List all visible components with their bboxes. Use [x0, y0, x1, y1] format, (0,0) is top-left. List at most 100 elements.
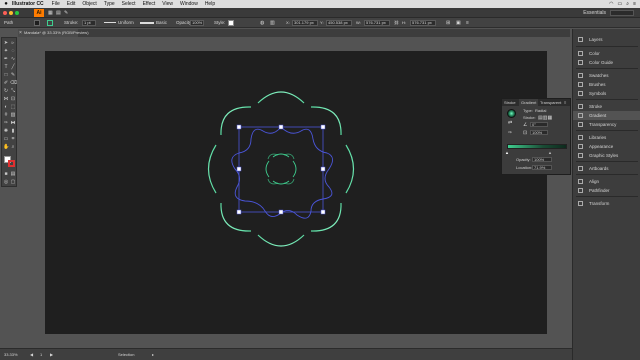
graph-tool-icon[interactable]: ▮ — [10, 128, 16, 134]
close-tab-icon[interactable]: × — [19, 29, 22, 37]
eyedropper-icon[interactable]: ✑ — [508, 130, 512, 136]
close-window-button[interactable] — [3, 11, 7, 15]
blend-icon[interactable]: ⧓ — [10, 120, 16, 126]
recolor-icon[interactable]: ◍ — [260, 18, 264, 28]
gradient-slider[interactable] — [507, 144, 567, 149]
curvature-icon[interactable]: ∿ — [10, 56, 16, 62]
hand-tool-icon[interactable]: ✋ — [3, 144, 9, 150]
gradient-mode-icon[interactable]: ▤ — [10, 171, 16, 177]
stroke-apply-icon[interactable]: ▤▥▦ — [538, 115, 552, 121]
aspect-field[interactable]: 100% — [530, 130, 548, 135]
artboard-tool-icon[interactable]: ▭ — [3, 136, 9, 142]
stroke-color-box[interactable] — [8, 160, 15, 167]
direct-selection-tool-icon[interactable]: ▹ — [10, 40, 16, 46]
fill-swatch[interactable] — [34, 20, 40, 26]
paintbrush-icon[interactable]: ✎ — [10, 72, 16, 78]
magic-wand-icon[interactable]: ✦ — [3, 48, 9, 54]
apple-icon[interactable]: ● — [0, 0, 12, 8]
arrange-icon[interactable]: ▤ — [56, 8, 61, 18]
mesh-icon[interactable]: # — [3, 112, 9, 118]
handle-left[interactable] — [236, 166, 242, 172]
dock-stroke[interactable]: Stroke — [573, 102, 640, 111]
menu-edit[interactable]: Edit — [67, 0, 76, 8]
zoom-tool-icon[interactable]: ⌕ — [10, 144, 16, 150]
menu-file[interactable]: File — [52, 0, 60, 8]
menu-window[interactable]: Window — [180, 0, 198, 8]
transform-icon[interactable]: ⊞ — [446, 18, 450, 28]
eraser-icon[interactable]: ⌫ — [10, 80, 17, 86]
handle-bottom-left[interactable] — [236, 209, 242, 215]
y-field[interactable]: 450.538 px — [326, 20, 352, 26]
selection-bounding-box[interactable] — [236, 124, 326, 215]
dock-brushes[interactable]: Brushes — [573, 80, 640, 89]
gradient-type-dropdown[interactable]: Radial — [535, 108, 546, 114]
dock-pathfinder[interactable]: Pathfinder — [573, 186, 640, 195]
color-mode-icon[interactable]: ■ — [3, 171, 9, 177]
perspective-icon[interactable]: ⬚ — [10, 104, 16, 110]
h-field[interactable]: 576.731 px — [410, 20, 436, 26]
next-artboard-icon[interactable]: ▶ — [50, 349, 53, 360]
dock-transform[interactable]: Transform — [573, 199, 640, 208]
tab-transparency[interactable]: Transparent — [540, 99, 561, 106]
dock-align[interactable]: Align — [573, 177, 640, 186]
wifi-icon[interactable]: ◠ — [609, 0, 613, 8]
gradient-tool-icon[interactable]: ▨ — [10, 112, 16, 118]
mandala-artwork[interactable] — [45, 51, 547, 334]
dock-swatches[interactable]: Swatches — [573, 71, 640, 80]
menu-help[interactable]: Help — [205, 0, 215, 8]
screen-mode-icon[interactable]: ▢ — [10, 179, 16, 185]
color-stop-right[interactable]: ▲ — [548, 150, 552, 156]
handle-bottom[interactable] — [278, 209, 284, 215]
handle-bottom-right[interactable] — [320, 209, 326, 215]
artboard[interactable] — [45, 51, 547, 334]
rotate-icon[interactable]: ↻ — [3, 88, 9, 94]
dock-symbols[interactable]: Symbols — [573, 89, 640, 98]
constrain-icon[interactable]: ⛓ — [394, 18, 399, 28]
menu-effect[interactable]: Effect — [143, 0, 156, 8]
stroke-weight-field[interactable]: 1 pt — [82, 20, 96, 26]
free-transform-icon[interactable]: ⊡ — [10, 96, 16, 102]
handle-top-right[interactable] — [320, 124, 326, 130]
stop-location-field[interactable]: 71.9% — [532, 165, 552, 170]
zoom-window-button[interactable] — [15, 11, 19, 15]
isolate-icon[interactable]: ▣ — [456, 18, 461, 28]
canvas-area[interactable] — [18, 37, 570, 348]
graphic-style-swatch[interactable] — [228, 20, 234, 26]
type-tool-icon[interactable]: T — [3, 64, 9, 70]
x-field[interactable]: 301.179 px — [292, 20, 318, 26]
scale-icon[interactable]: ⤡ — [10, 88, 16, 94]
dock-graphic-styles[interactable]: Graphic Styles — [573, 151, 640, 160]
panel-menu-icon[interactable]: ≡ — [564, 99, 566, 106]
w-field[interactable]: 576.731 px — [364, 20, 390, 26]
handle-top[interactable] — [278, 124, 284, 130]
gradient-preview-swatch[interactable] — [507, 109, 516, 118]
minimize-window-button[interactable] — [9, 11, 13, 15]
selected-path[interactable] — [231, 126, 333, 219]
reverse-gradient-icon[interactable]: ⇄ — [508, 120, 512, 126]
shape-builder-icon[interactable]: ◐ — [3, 104, 9, 110]
align-icon[interactable]: ▥ — [270, 18, 275, 28]
draw-mode-icon[interactable]: ◎ — [3, 179, 9, 185]
rectangle-tool-icon[interactable]: □ — [3, 72, 9, 78]
slice-icon[interactable]: ⌗ — [10, 136, 16, 142]
dock-artboards[interactable]: Artboards — [573, 164, 640, 173]
document-tab[interactable]: × Mandala* @ 33.33% (RGB/Preview) — [18, 29, 89, 37]
stroke-style-dropdown[interactable]: Uniform — [118, 18, 134, 28]
opacity-field[interactable]: 100% — [190, 20, 204, 26]
search-field[interactable] — [610, 10, 634, 16]
width-tool-icon[interactable]: ⋈ — [3, 96, 9, 102]
battery-icon[interactable]: ▭ — [618, 0, 623, 8]
dock-color[interactable]: Color — [573, 49, 640, 58]
dock-transparency[interactable]: Transparency — [573, 120, 640, 129]
menu-view[interactable]: View — [162, 0, 173, 8]
status-arrow-icon[interactable]: ▸ — [152, 349, 154, 360]
spotlight-icon[interactable]: ⌕ — [626, 0, 629, 8]
dock-libraries[interactable]: Libraries — [573, 133, 640, 142]
zoom-level[interactable]: 33.33% — [4, 349, 18, 360]
workspace-switcher[interactable]: Essentials — [583, 8, 606, 18]
menu-list-icon[interactable]: ≡ — [633, 0, 636, 8]
eyedropper-icon[interactable]: ✑ — [3, 120, 9, 126]
handle-right[interactable] — [320, 166, 326, 172]
stop-opacity-field[interactable]: 100% — [532, 157, 552, 162]
selection-tool-icon[interactable]: ➤ — [3, 40, 9, 46]
